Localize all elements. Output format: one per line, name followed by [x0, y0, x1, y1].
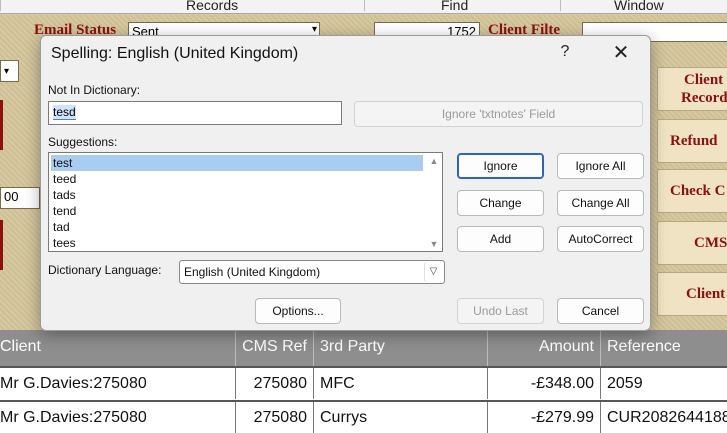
- undo-last-button[interactable]: Undo Last: [457, 298, 544, 324]
- menu-window[interactable]: Window: [614, 0, 664, 13]
- table-row[interactable]: Mr G.Davies:275080 275080 MFC -£348.00 2…: [0, 366, 727, 399]
- cancel-button[interactable]: Cancel: [557, 298, 644, 324]
- menu-find[interactable]: Find: [441, 0, 468, 13]
- suggestion-item[interactable]: test: [51, 155, 423, 171]
- ignore-all-button[interactable]: Ignore All: [557, 153, 644, 179]
- cell-reference: 2059: [601, 368, 727, 399]
- spelling-dialog: Spelling: English (United Kingdom) ? ✕ N…: [40, 35, 651, 331]
- column-header-client[interactable]: Client: [0, 330, 236, 366]
- dictionary-language-value: English (United Kingdom): [184, 265, 321, 279]
- not-in-dictionary-label: Not In Dictionary:: [48, 83, 141, 97]
- autocorrect-button[interactable]: AutoCorrect: [557, 226, 644, 252]
- dictionary-language-select[interactable]: English (United Kingdom) ▽: [179, 260, 445, 284]
- cms-button[interactable]: CMS: [657, 221, 727, 265]
- suggestions-list[interactable]: test teed tads tend tad tees ▲ ▼: [48, 152, 443, 252]
- options-button[interactable]: Options...: [255, 298, 341, 324]
- column-header-3rd-party[interactable]: 3rd Party: [314, 330, 488, 366]
- column-header-reference[interactable]: Reference: [601, 330, 727, 366]
- cell-3rd-party: Currys: [314, 402, 488, 433]
- column-header-cms-ref[interactable]: CMS Ref: [236, 330, 314, 366]
- help-icon[interactable]: ?: [557, 43, 573, 61]
- cell-client: Mr G.Davies:275080: [0, 402, 236, 433]
- suggestions-label: Suggestions:: [48, 135, 118, 149]
- suggestion-item[interactable]: tees: [51, 235, 423, 251]
- transactions-table: Client CMS Ref 3rd Party Amount Referenc…: [0, 330, 727, 433]
- suggestion-item[interactable]: teed: [51, 171, 423, 187]
- not-in-dictionary-input[interactable]: tesd: [48, 101, 342, 125]
- scroll-up-icon[interactable]: ▲: [428, 156, 440, 166]
- menu-records[interactable]: Records: [186, 0, 238, 13]
- ignore-button[interactable]: Ignore: [457, 153, 544, 179]
- left-dropdown[interactable]: ▾: [0, 60, 19, 82]
- table-header: Client CMS Ref 3rd Party Amount Referenc…: [0, 330, 727, 366]
- chevron-down-icon: ▾: [4, 66, 10, 77]
- close-icon[interactable]: ✕: [609, 42, 633, 64]
- change-all-button[interactable]: Change All: [557, 190, 644, 216]
- table-row[interactable]: Mr G.Davies:275080 275080 Currys -£279.9…: [0, 400, 727, 433]
- add-button[interactable]: Add: [457, 226, 544, 252]
- suggestion-item[interactable]: tend: [51, 203, 423, 219]
- menu-separator: [364, 0, 365, 11]
- refund-button[interactable]: Refund: [657, 119, 727, 163]
- cell-amount: -£279.99: [488, 402, 601, 433]
- cell-cms-ref: 275080: [236, 402, 314, 433]
- client-button[interactable]: Client: [657, 272, 727, 316]
- client-records-label-1: Client: [684, 72, 724, 88]
- left-edge-control: [0, 220, 3, 270]
- client-records-label-2: Records: [681, 90, 727, 106]
- change-button[interactable]: Change: [457, 190, 544, 216]
- cell-client: Mr G.Davies:275080: [0, 368, 236, 399]
- chevron-down-icon: ▾: [311, 24, 317, 35]
- cell-amount: -£348.00: [488, 368, 601, 399]
- cell-reference: CUR2082644188: [601, 402, 727, 433]
- menu-separator: [560, 0, 561, 11]
- menu-bar: Records Find Window: [0, 0, 727, 14]
- dialog-title: Spelling: English (United Kingdom): [51, 45, 299, 62]
- suggestion-item[interactable]: tads: [51, 187, 423, 203]
- scroll-down-icon[interactable]: ▼: [428, 239, 440, 249]
- left-value-field[interactable]: 00: [0, 187, 40, 209]
- column-header-amount[interactable]: Amount: [488, 330, 601, 366]
- ignore-field-button[interactable]: Ignore 'txtnotes' Field: [354, 101, 643, 127]
- dictionary-language-label: Dictionary Language:: [48, 263, 162, 277]
- cell-cms-ref: 275080: [236, 368, 314, 399]
- suggestion-item[interactable]: tad: [51, 219, 423, 235]
- menu-separator: [0, 0, 1, 11]
- cell-3rd-party: MFC: [314, 368, 488, 399]
- not-in-dictionary-value: tesd: [53, 105, 76, 120]
- client-records-button[interactable]: Client Records: [657, 67, 727, 111]
- check-button[interactable]: Check C: [657, 169, 727, 213]
- chevron-down-icon: ▽: [424, 263, 442, 281]
- left-edge-control: [0, 100, 3, 150]
